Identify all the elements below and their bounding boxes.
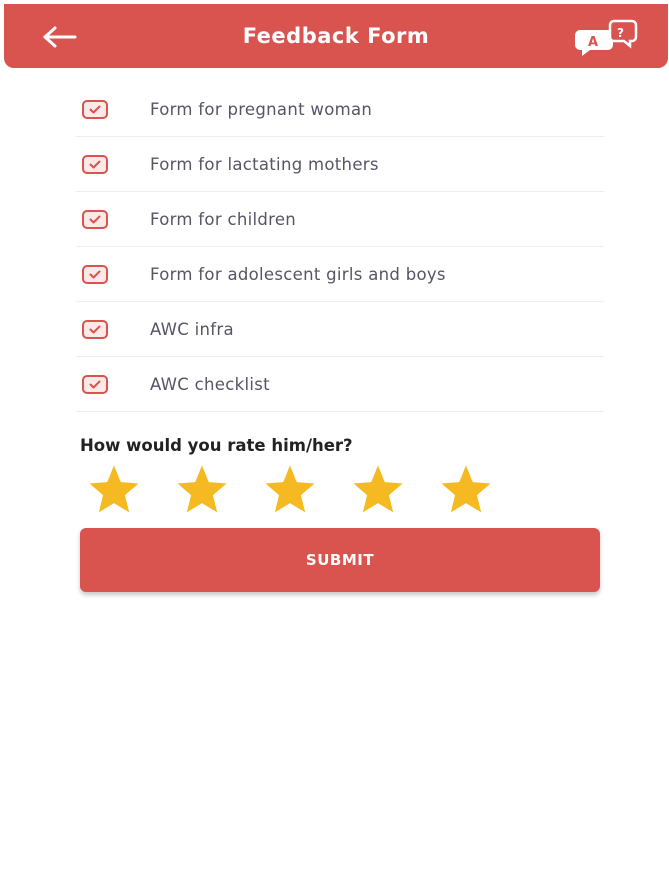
star-icon[interactable]	[344, 462, 412, 518]
checkbox[interactable]	[82, 319, 108, 339]
form-item-awc-checklist[interactable]: AWC checklist	[76, 357, 604, 412]
checkmark-icon	[89, 160, 101, 168]
star-icon[interactable]	[168, 462, 236, 518]
chat-button[interactable]: A ?	[574, 18, 640, 56]
form-item-children[interactable]: Form for children	[76, 192, 604, 247]
arrow-left-icon	[43, 26, 77, 48]
star-icon[interactable]	[432, 462, 500, 518]
form-item-label: Form for children	[150, 209, 297, 229]
star-icon[interactable]	[256, 462, 324, 518]
chat-bubbles-icon: A ?	[575, 19, 638, 56]
star-rating	[80, 462, 520, 518]
svg-text:A: A	[588, 35, 598, 50]
checkbox[interactable]	[82, 264, 108, 284]
back-button[interactable]	[40, 20, 80, 54]
checkmark-icon	[89, 380, 101, 388]
form-list: Form for pregnant woman Form for lactati…	[76, 82, 604, 412]
star-icon[interactable]	[80, 462, 148, 518]
checkmark-icon	[89, 325, 101, 333]
checkbox[interactable]	[82, 209, 108, 229]
app-header: Feedback Form A ?	[4, 4, 668, 68]
checkmark-icon	[89, 215, 101, 223]
checkbox[interactable]	[82, 99, 108, 119]
form-item-label: AWC infra	[150, 319, 234, 339]
checkmark-icon	[89, 105, 101, 113]
form-item-label: AWC checklist	[150, 374, 270, 394]
form-item-label: Form for lactating mothers	[150, 154, 379, 174]
form-item-lactating-mothers[interactable]: Form for lactating mothers	[76, 137, 604, 192]
form-item-pregnant-woman[interactable]: Form for pregnant woman	[76, 82, 604, 137]
form-item-label: Form for pregnant woman	[150, 99, 373, 119]
checkmark-icon	[89, 270, 101, 278]
form-item-awc-infra[interactable]: AWC infra	[76, 302, 604, 357]
checkbox[interactable]	[82, 154, 108, 174]
checkbox[interactable]	[82, 374, 108, 394]
submit-button[interactable]: SUBMIT	[80, 528, 600, 592]
rating-question: How would you rate him/her?	[80, 436, 353, 455]
page-title: Feedback Form	[242, 24, 430, 48]
form-item-label: Form for adolescent girls and boys	[150, 264, 446, 284]
svg-text:?: ?	[617, 26, 624, 40]
form-item-adolescent[interactable]: Form for adolescent girls and boys	[76, 247, 604, 302]
feedback-form-screen: Feedback Form A ? Form for pregnant woma…	[0, 0, 669, 890]
